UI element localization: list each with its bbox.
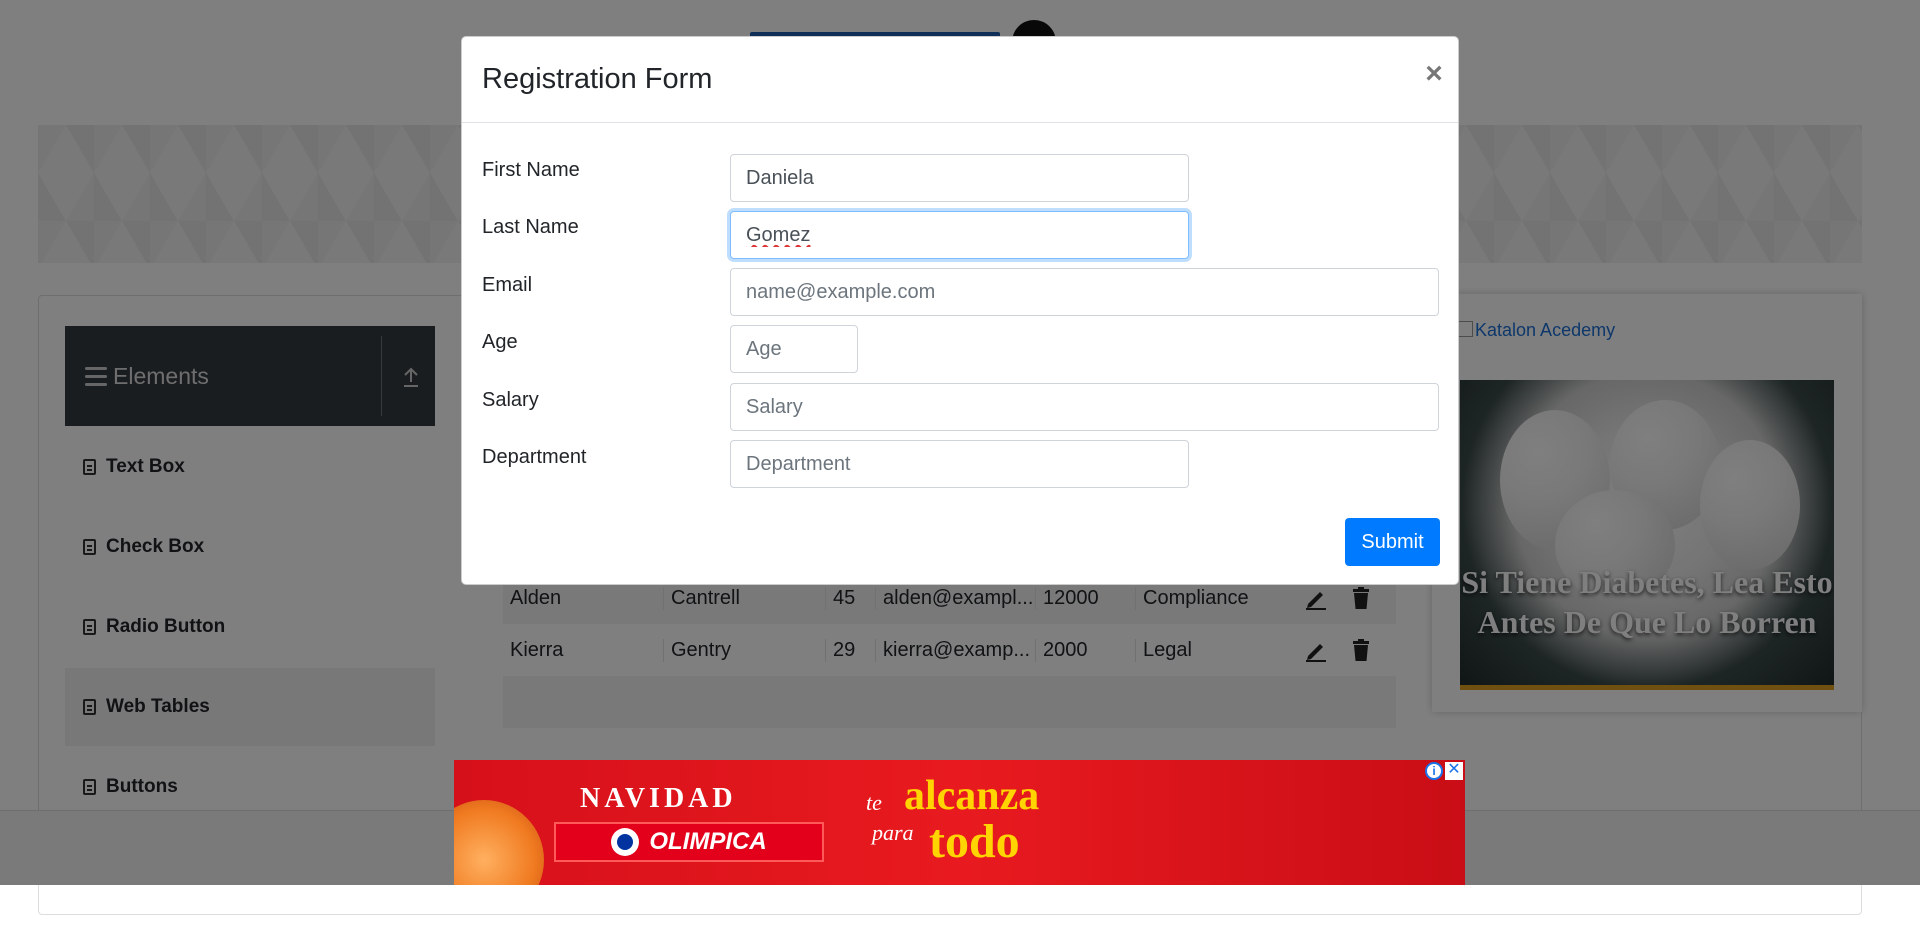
submit-button[interactable]: Submit (1345, 518, 1440, 566)
close-button[interactable]: × (1419, 57, 1449, 91)
age-label: Age (482, 331, 518, 353)
promo-slogan-para: para (872, 820, 914, 845)
age-input[interactable] (730, 325, 858, 373)
bottom-ad-banner[interactable]: NAVIDAD OLIMPICA te alcanza para todo i … (454, 760, 1465, 885)
orange-graphic (454, 800, 544, 885)
modal-title: Registration Form (482, 63, 713, 95)
modal-header: Registration Form × (462, 37, 1458, 123)
promo-slogan-te: te (866, 790, 882, 815)
ad-info-icon[interactable]: i (1425, 762, 1443, 780)
first-name-label: First Name (482, 159, 580, 181)
department-label: Department (482, 446, 587, 468)
registration-modal: Registration Form × First Name Last Name… (461, 36, 1459, 585)
last-name-label: Last Name (482, 216, 579, 238)
promo-brand: OLIMPICA (649, 828, 767, 855)
promo-slogan-todo: todo (929, 815, 1020, 868)
department-input[interactable] (730, 440, 1189, 488)
promo-brand-box: OLIMPICA (554, 822, 824, 862)
first-name-input[interactable] (730, 154, 1189, 202)
promo-slogan-alcanza: alcanza (904, 773, 1040, 819)
ad-close-icon[interactable]: ✕ (1445, 762, 1463, 780)
salary-input[interactable] (730, 383, 1439, 431)
salary-label: Salary (482, 389, 539, 411)
last-name-input[interactable] (730, 211, 1189, 259)
email-input[interactable] (730, 268, 1439, 316)
email-label: Email (482, 274, 533, 296)
brand-logo-icon (611, 828, 640, 856)
promo-heading: NAVIDAD (580, 783, 737, 814)
